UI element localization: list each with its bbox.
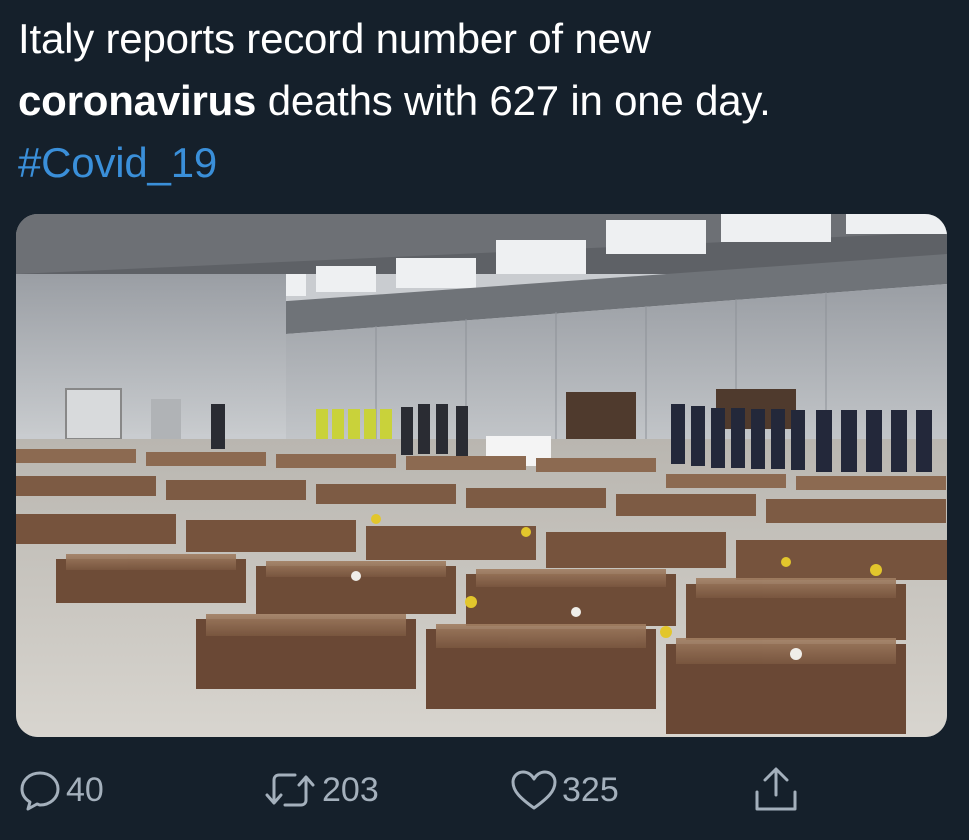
heart-icon [511, 770, 557, 810]
retweet-count: 203 [322, 770, 379, 809]
tweet-text: Italy reports record number of new coron… [18, 8, 948, 194]
share-icon [755, 767, 797, 811]
reply-button[interactable]: 40 [18, 762, 104, 818]
tweet-line-2-rest: deaths with 627 in one day. [256, 77, 771, 124]
hashtag-link[interactable]: #Covid_19 [18, 132, 948, 194]
like-button[interactable]: 325 [510, 762, 619, 818]
hangar-photo-illustration [16, 214, 947, 737]
tweet-photo[interactable] [16, 214, 947, 737]
tweet-line-2: coronavirus deaths with 627 in one day. [18, 70, 948, 132]
retweet-button[interactable]: 203 [262, 762, 379, 818]
reply-count: 40 [66, 770, 104, 809]
tweet-line-1: Italy reports record number of new [18, 15, 651, 62]
reply-icon [20, 771, 60, 811]
share-button[interactable] [752, 762, 800, 818]
tweet-actions-bar: 40 203 325 [0, 762, 969, 818]
retweet-icon [265, 773, 315, 807]
like-count: 325 [562, 770, 619, 809]
bold-keyword: coronavirus [18, 77, 257, 124]
